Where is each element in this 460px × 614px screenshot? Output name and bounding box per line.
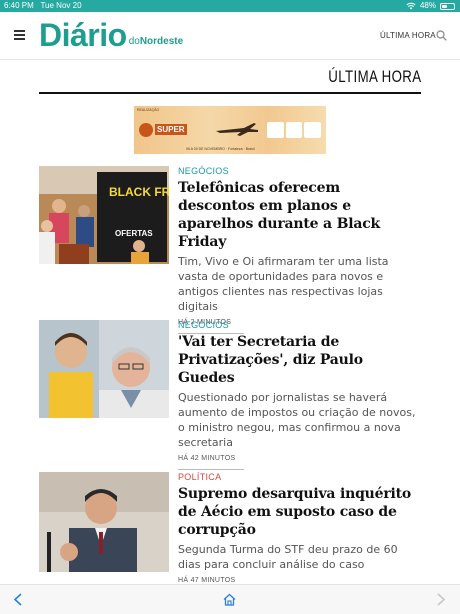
photo-sign-text: BLACK FRIDAY — [109, 185, 169, 199]
article-thumbnail[interactable] — [39, 472, 169, 572]
section-title: ÚLTIMA HORA — [327, 67, 421, 86]
top-nav-bar: Diário doNordeste ÚLTIMA HORA — [0, 12, 460, 60]
logo-sub-text: doNordeste — [128, 36, 184, 47]
site-logo[interactable]: Diário doNordeste — [39, 17, 183, 53]
article-summary: Segunda Turma do STF deu prazo de 60 dia… — [178, 543, 398, 571]
status-time: 6:40 PM — [4, 1, 34, 10]
article-headline[interactable]: Supremo desarquiva inquérito de Aécio em… — [178, 485, 421, 539]
ultima-hora-link[interactable]: ÚLTIMA HORA — [380, 31, 436, 40]
article-body: POLÍTICA Supremo desarquiva inquérito de… — [178, 472, 421, 584]
home-icon[interactable] — [223, 593, 236, 606]
black-friday-photo: BLACK FRIDAY OFERTAS — [39, 166, 169, 264]
back-arrow-icon[interactable] — [12, 593, 25, 606]
article-thumbnail[interactable]: BLACK FRIDAY OFERTAS — [39, 166, 169, 264]
battery-fill — [442, 4, 447, 8]
ad-brand-text: SUPER — [155, 124, 187, 135]
article-divider — [178, 469, 244, 470]
article-thumbnail[interactable] — [39, 320, 169, 418]
logo-main-text: Diário — [39, 17, 127, 53]
article-body: NEGÓCIOS Telefônicas oferecem descontos … — [178, 166, 421, 334]
battery-percent: 48% — [419, 1, 436, 10]
bottom-toolbar — [0, 584, 460, 614]
forward-arrow-icon[interactable] — [434, 593, 447, 606]
article-headline[interactable]: Telefônicas oferecem descontos em planos… — [178, 179, 421, 251]
battery-icon — [440, 2, 455, 10]
article-category[interactable]: NEGÓCIOS — [178, 320, 421, 330]
search-icon[interactable] — [436, 30, 447, 41]
article-timestamp: HÁ 47 MINUTOS — [178, 577, 236, 584]
wifi-icon — [406, 2, 416, 10]
status-time-date: 6:40 PM Tue Nov 20 — [4, 0, 82, 12]
status-indicators: 48% — [406, 0, 455, 12]
section-divider — [39, 92, 421, 94]
article-headline[interactable]: 'Vai ter Secretaria de Privatizações', d… — [178, 333, 421, 387]
airplane-icon — [216, 123, 258, 136]
ad-sponsor-logos — [267, 122, 322, 138]
article-body: NEGÓCIOS 'Vai ter Secretaria de Privatiz… — [178, 320, 421, 470]
article-summary: Questionado por jornalistas se haverá au… — [178, 391, 416, 449]
article-timestamp: HÁ 42 MINUTOS — [178, 455, 236, 462]
article-category[interactable]: NEGÓCIOS — [178, 166, 421, 176]
ad-banner[interactable]: REALIZAÇÃO SUPER 06 A 09 DE NOVEMBRO · F… — [134, 106, 326, 154]
paulo-guedes-photo — [39, 320, 169, 418]
ad-logo-icon — [139, 123, 153, 137]
ad-top-text: REALIZAÇÃO — [137, 108, 160, 112]
hamburger-icon[interactable] — [14, 30, 25, 40]
status-date: Tue Nov 20 — [40, 1, 82, 10]
aecio-photo — [39, 472, 169, 572]
article-category[interactable]: POLÍTICA — [178, 472, 421, 482]
photo-sub-text: OFERTAS — [115, 229, 153, 238]
article-summary: Tim, Vivo e Oi afirmaram ter uma lista v… — [178, 255, 389, 313]
status-bar: 6:40 PM Tue Nov 20 48% — [0, 0, 460, 12]
ad-dates-text: 06 A 09 DE NOVEMBRO · Fortaleza · Brasil — [186, 147, 255, 151]
